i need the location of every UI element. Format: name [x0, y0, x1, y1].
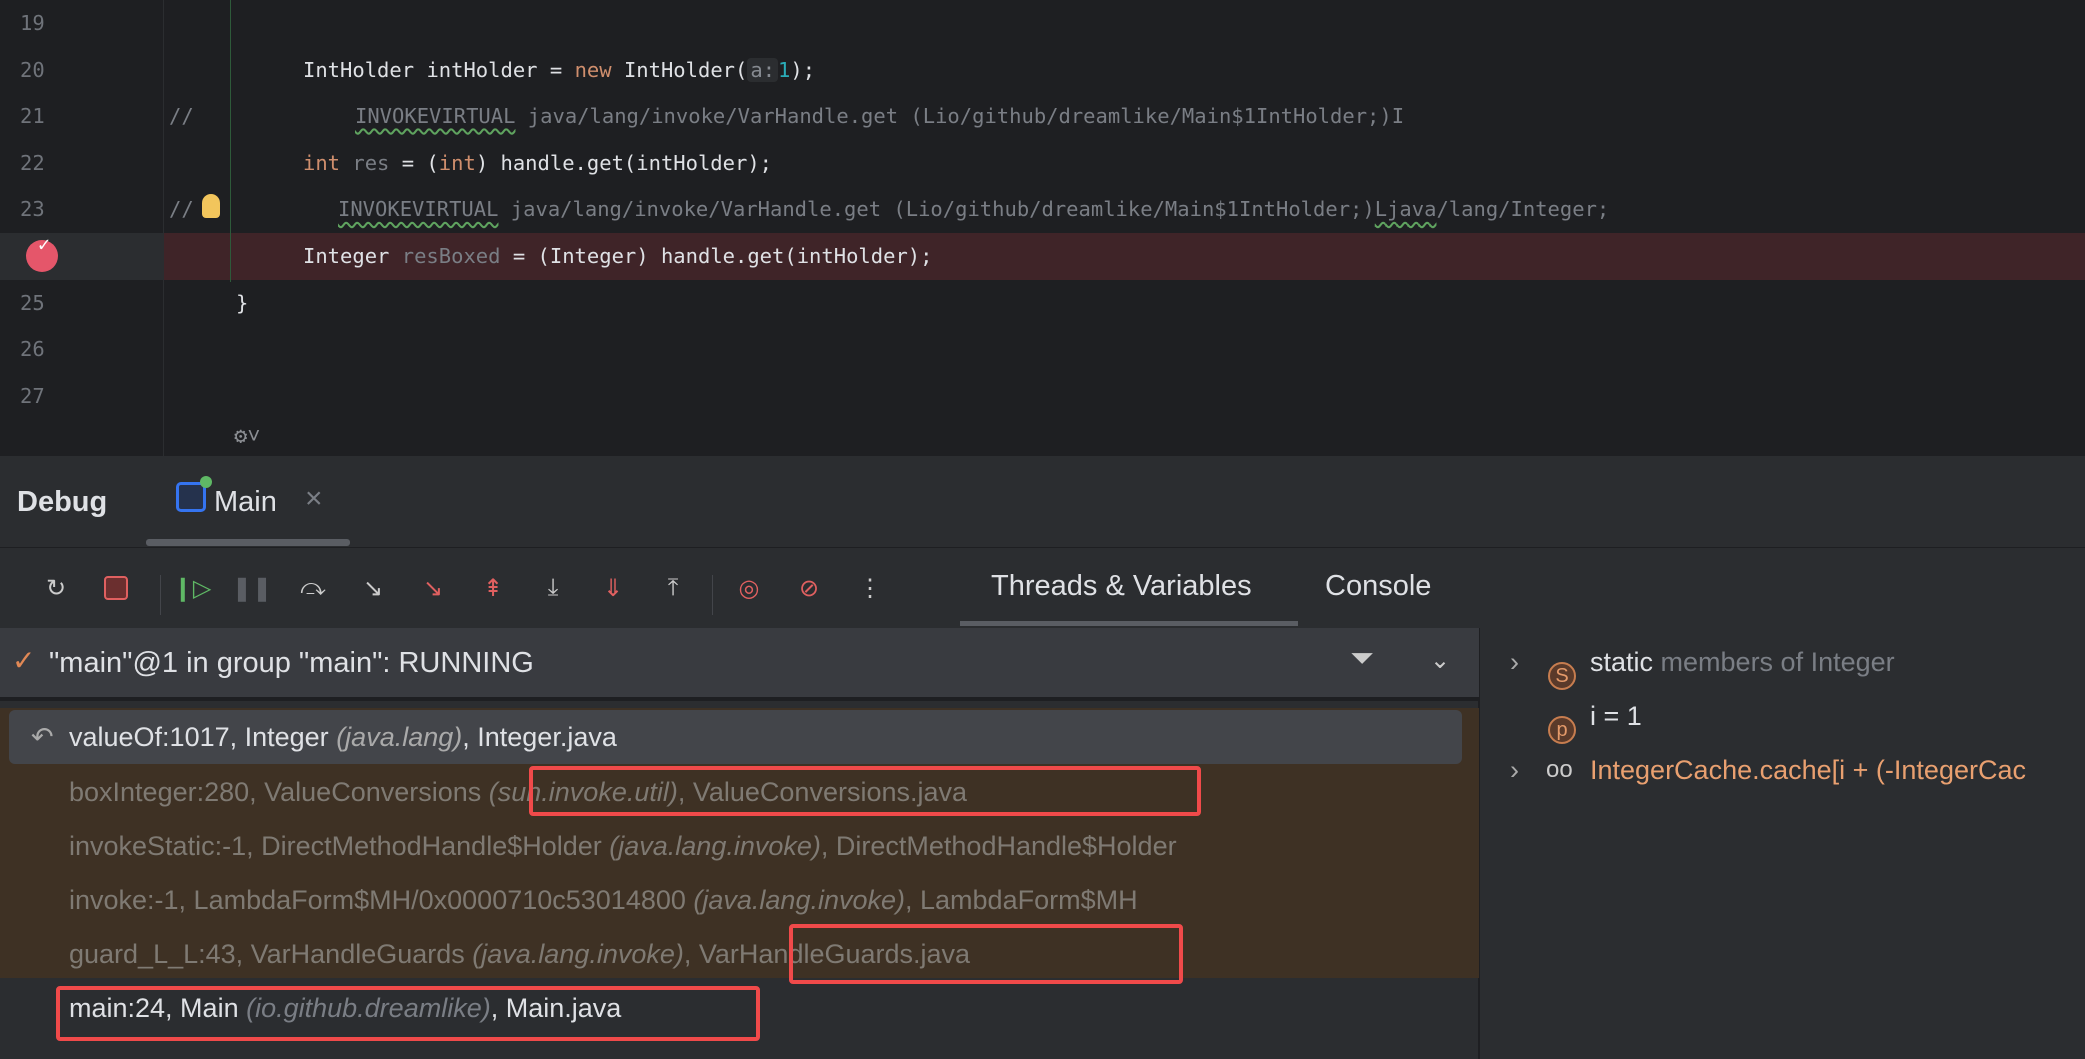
force-step-down-icon[interactable]: ⇓	[597, 572, 629, 604]
tab-console[interactable]: Console	[1325, 570, 1431, 603]
return-icon: ↶	[31, 722, 54, 752]
stack-frame[interactable]: invoke:-1, LambdaForm$MH/0x0000710c53014…	[0, 873, 1479, 927]
debug-title: Debug	[17, 486, 108, 518]
comment-text: INVOKEVIRTUAL java/lang/invoke/VarHandle…	[355, 104, 1405, 129]
annotation-box	[56, 986, 760, 1041]
rerun-icon[interactable]: ↻	[40, 572, 72, 604]
annotation-box	[789, 924, 1183, 984]
active-tab-indicator	[146, 539, 350, 546]
mute-breakpoints-icon[interactable]: ⊘	[793, 572, 825, 604]
line-number: 27	[20, 383, 45, 408]
step-out-icon[interactable]: ⤒	[657, 572, 689, 604]
stop-icon[interactable]	[100, 572, 132, 604]
code-editor[interactable]: 19 20 21 22 23 ✓ 25 26 27 IntHolder intH…	[0, 0, 2085, 456]
step-into-down-icon[interactable]: ⤓	[537, 572, 569, 604]
line-number: 26	[20, 337, 45, 362]
stack-frame[interactable]: invokeStatic:-1, DirectMethodHandle$Hold…	[0, 819, 1479, 873]
parameter-hint: a:	[747, 57, 779, 82]
active-tab-indicator	[960, 621, 1298, 626]
expand-chevron-icon[interactable]: ›	[1510, 743, 1519, 797]
line-number: 20	[20, 57, 45, 82]
line-number: 22	[20, 150, 45, 175]
line-number: 19	[20, 11, 45, 35]
line-number: 21	[20, 104, 45, 129]
chevron-down-icon[interactable]: ⌄	[1430, 646, 1450, 675]
tab-main[interactable]: Main	[214, 486, 277, 519]
line-number: 23	[20, 197, 45, 222]
code-line-20: IntHolder intHolder = new IntHolder(a: 1)…	[303, 57, 816, 82]
variables-panel: › S static members of Integer p i = 1 › …	[1480, 628, 2085, 1059]
static-icon: S	[1548, 647, 1576, 701]
check-icon: ✓	[12, 645, 36, 676]
run-config-icon	[176, 476, 212, 512]
code-line-25: }	[236, 290, 249, 315]
lightbulb-icon[interactable]	[202, 194, 220, 218]
thread-status: "main"@1 in group "main": RUNNING	[49, 647, 534, 679]
more-options-icon[interactable]: ⋮	[854, 572, 886, 604]
force-step-into-icon[interactable]: ↘	[417, 572, 449, 604]
code-line-24: Integer resBoxed = (Integer) handle.get(…	[303, 244, 933, 268]
step-over-icon[interactable]: ⤼	[297, 572, 329, 604]
code-line-22: int res = (int) handle.get(intHolder);	[303, 150, 773, 175]
thread-selector[interactable]: ✓ "main"@1 in group "main": RUNNING ⏷ ⌄	[0, 628, 1479, 701]
pause-icon[interactable]: ❚❚	[232, 572, 272, 604]
expand-chevron-icon[interactable]: ›	[1510, 635, 1519, 689]
step-into-icon[interactable]: ↘	[357, 572, 389, 604]
separator	[712, 575, 713, 615]
ai-assistant-icon[interactable]: ⚙˅	[234, 424, 260, 450]
resume-icon[interactable]: ❙▷	[173, 572, 212, 604]
stack-frame-selected[interactable]: ↶ valueOf:1017, Integer (java.lang), Int…	[9, 710, 1462, 764]
separator	[160, 575, 161, 615]
tab-threads-variables[interactable]: Threads & Variables	[991, 570, 1252, 603]
close-tab-icon[interactable]: ×	[305, 482, 323, 516]
filter-icon[interactable]: ⏷	[1350, 642, 1374, 676]
debug-tool-window-header: Debug Main ×	[0, 456, 2085, 548]
annotation-box	[529, 766, 1201, 816]
comment-text: INVOKEVIRTUAL java/lang/invoke/VarHandle…	[338, 197, 1610, 222]
breakpoint-icon[interactable]: ✓	[26, 232, 58, 272]
line-number: 25	[20, 290, 45, 315]
indent-guide	[230, 0, 231, 282]
view-breakpoints-icon[interactable]: ◎	[733, 572, 765, 604]
smart-step-into-icon[interactable]: ⇞	[477, 572, 509, 604]
stack-frame[interactable]: guard_L_L:43, VarHandleGuards (java.lang…	[0, 927, 1479, 981]
watch-glasses-icon: oo	[1546, 756, 1573, 783]
execution-line-gutter	[0, 233, 164, 280]
